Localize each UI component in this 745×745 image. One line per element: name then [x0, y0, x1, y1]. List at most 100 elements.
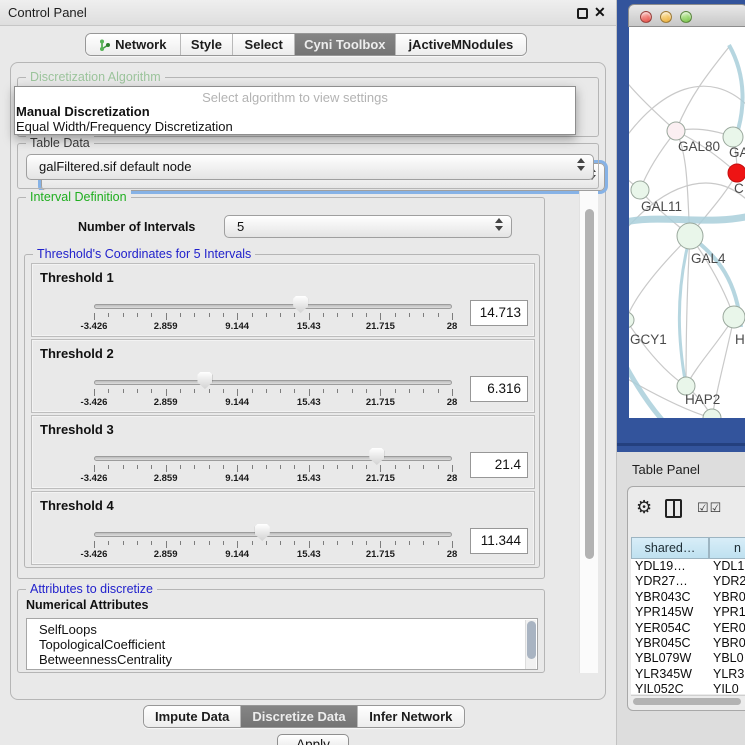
table-hscrollbar[interactable] — [631, 695, 745, 706]
network-node-label: GA — [729, 145, 745, 160]
cell-shared-name: YLR345W — [631, 667, 709, 682]
float-window-icon[interactable] — [577, 8, 588, 19]
threshold-value-field[interactable]: 11.344 — [470, 528, 528, 554]
combo-stepper-icon — [494, 218, 504, 231]
table-row[interactable]: YDR27…YDR2 — [631, 574, 745, 589]
slider-tick-labels: -3.4262.8599.14415.4321.71528 — [94, 473, 452, 485]
tab-impute-data[interactable]: Impute Data — [144, 706, 241, 727]
tab-style[interactable]: Style — [181, 34, 234, 55]
threshold-slider-thumb[interactable] — [293, 296, 308, 313]
attribute-item[interactable]: TopologicalCoefficient — [27, 637, 537, 652]
network-canvas[interactable]: GAL80GACGAL11GAL4GCY1HHAP2 — [629, 27, 745, 418]
attributes-scrollbar[interactable] — [525, 620, 536, 670]
threshold-panel-2: Threshold 2-3.4262.8599.14415.4321.71528… — [31, 339, 535, 413]
threshold-slider-thumb[interactable] — [197, 372, 212, 389]
attributes-group: Attributes to discretize Numerical Attri… — [17, 589, 545, 673]
apply-button[interactable]: Apply — [277, 734, 349, 745]
discretization-algorithm-title: Discretization Algorithm — [26, 70, 165, 84]
attribute-item[interactable]: SelfLoops — [27, 622, 537, 637]
tab-label: Impute Data — [155, 709, 229, 724]
cell-shared-name: YBR043C — [631, 590, 709, 605]
network-node-label: GAL80 — [678, 139, 720, 154]
number-of-intervals-combobox[interactable]: 5 — [224, 215, 512, 238]
numerical-attributes-list[interactable]: SelfLoopsTopologicalCoefficientBetweenne… — [26, 618, 538, 670]
cell-shared-name: YBR045C — [631, 636, 709, 651]
network-node-gal80[interactable] — [667, 122, 685, 140]
network-edge — [640, 131, 676, 190]
threshold-value-field[interactable]: 6.316 — [470, 376, 528, 402]
cell-name: YDL1 — [709, 559, 745, 574]
tab-label: Style — [191, 37, 222, 52]
tab-cyni-toolbox[interactable]: Cyni Toolbox — [295, 34, 396, 55]
table-row[interactable]: YER054CYER0 — [631, 621, 745, 636]
network-node-gal11[interactable] — [631, 181, 649, 199]
tab-label: Infer Network — [369, 709, 452, 724]
panel-scrollbar[interactable] — [579, 191, 598, 673]
threshold-value-field[interactable]: 14.713 — [470, 300, 528, 326]
table-rows[interactable]: YDL19…YDL1YDR27…YDR2YBR043CYBR0YPR145WYP… — [631, 559, 745, 694]
tab-select[interactable]: Select — [233, 34, 295, 55]
table-data-title: Table Data — [26, 136, 94, 150]
network-window-titlebar — [628, 4, 745, 27]
columns-icon[interactable] — [665, 499, 682, 518]
cell-shared-name: YIL052C — [631, 682, 709, 694]
network-node-gal4[interactable] — [677, 223, 703, 249]
table-row[interactable]: YPR145WYPR1 — [631, 605, 745, 620]
network-node-gcy1[interactable] — [629, 312, 634, 328]
tab-discretize-data[interactable]: Discretize Data — [241, 706, 357, 727]
threshold-panel-3: Threshold 3-3.4262.8599.14415.4321.71528… — [31, 415, 535, 489]
threshold-slider-track[interactable] — [94, 532, 452, 537]
slider-tick-labels: -3.4262.8599.14415.4321.71528 — [94, 397, 452, 409]
network-node-h[interactable] — [723, 306, 745, 328]
numerical-attributes-heading: Numerical Attributes — [26, 598, 148, 612]
threshold-slider-track[interactable] — [94, 380, 452, 385]
top-tab-bar: Network Style Select Cyni Toolbox jActiveMNo… — [85, 33, 527, 56]
network-node-c[interactable] — [728, 164, 745, 182]
table-row[interactable]: YDL19…YDL1 — [631, 559, 745, 574]
network-node-ga[interactable] — [723, 127, 743, 147]
threshold-value-field[interactable]: 21.4 — [470, 452, 528, 478]
attribute-item[interactable]: BetweennessCentrality — [27, 652, 537, 667]
threshold-slider-thumb[interactable] — [255, 524, 270, 541]
slider-ticks — [94, 313, 452, 321]
table-data-value: galFiltered.sif default node — [39, 159, 191, 174]
tab-network[interactable]: Network — [86, 34, 181, 55]
zoom-traffic-icon[interactable] — [680, 11, 692, 23]
column-header-name[interactable]: n — [709, 537, 745, 559]
table-data-group: Table Data galFiltered.sif default node — [17, 143, 599, 189]
tab-label: Cyni Toolbox — [304, 37, 385, 52]
network-node-label: C — [734, 181, 744, 196]
network-node[interactable] — [703, 409, 721, 418]
gear-icon[interactable]: ⚙ — [636, 497, 652, 518]
thresholds-title: Threshold's Coordinates for 5 Intervals — [33, 247, 255, 261]
bottom-tab-bar: Impute Data Discretize Data Infer Network — [143, 705, 465, 728]
panel-scrollbar-thumb[interactable] — [585, 209, 594, 559]
threshold-slider-track[interactable] — [94, 456, 452, 461]
table-row[interactable]: YIL052CYIL0 — [631, 682, 745, 694]
slider-tick-labels: -3.4262.8599.14415.4321.71528 — [94, 549, 452, 561]
tab-jactivemnodules[interactable]: jActiveMNodules — [396, 34, 526, 55]
network-edge — [686, 236, 690, 386]
threshold-slider-thumb[interactable] — [369, 448, 384, 465]
popup-item-manual-discretization[interactable]: Manual Discretization — [16, 104, 576, 119]
cell-shared-name: YBL079W — [631, 651, 709, 666]
popup-item-equal-width-frequency-discretization[interactable]: Equal Width/Frequency Discretization — [16, 119, 576, 134]
network-view-frame: GAL80GACGAL11GAL4GCY1HHAP2 — [617, 0, 745, 452]
column-header-shared[interactable]: shared… — [631, 537, 709, 559]
cell-name: YBL0 — [709, 651, 745, 666]
table-data-combobox[interactable]: galFiltered.sif default node — [26, 154, 594, 180]
table-row[interactable]: YBR043CYBR0 — [631, 590, 745, 605]
cell-name: YIL0 — [709, 682, 745, 694]
tab-label: jActiveMNodules — [408, 37, 513, 52]
table-row[interactable]: YLR345WYLR3 — [631, 667, 745, 682]
select-columns-icons[interactable]: ☑☑ — [697, 500, 722, 516]
table-panel: Table Panel ⚙ ☑☑ shared… n YDL19…YDL1YDR… — [617, 452, 745, 745]
table-row[interactable]: YBR045CYBR0 — [631, 636, 745, 651]
threshold-slider-track[interactable] — [94, 304, 452, 309]
network-node-label: H — [735, 332, 745, 347]
table-row[interactable]: YBL079WYBL0 — [631, 651, 745, 666]
tab-infer-network[interactable]: Infer Network — [358, 706, 464, 727]
close-icon[interactable]: ✕ — [594, 4, 606, 21]
minimize-traffic-icon[interactable] — [660, 11, 672, 23]
close-traffic-icon[interactable] — [640, 11, 652, 23]
